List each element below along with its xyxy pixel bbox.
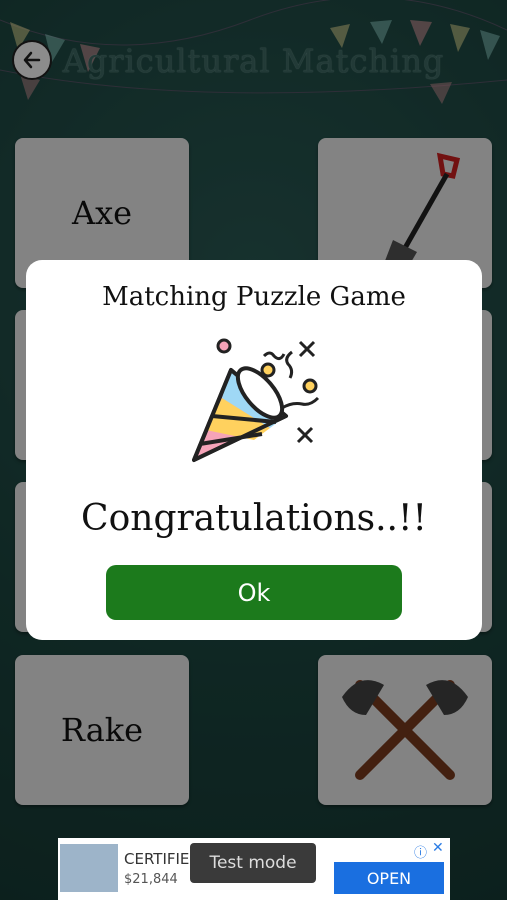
info-icon[interactable]: ⓘ xyxy=(414,842,427,861)
ad-title: CERTIFIE xyxy=(124,850,190,868)
congratulations-message: Congratulations..!! xyxy=(81,498,427,539)
test-mode-label: Test mode xyxy=(190,843,316,883)
dialog-title: Matching Puzzle Game xyxy=(102,282,406,312)
ad-open-button[interactable]: OPEN xyxy=(334,862,444,894)
party-popper-icon xyxy=(192,338,320,462)
ok-button[interactable]: Ok xyxy=(106,565,402,620)
close-icon[interactable]: ✕ xyxy=(432,840,444,856)
ad-price: $21,844 xyxy=(124,872,178,887)
ad-car-image xyxy=(60,844,118,892)
congrats-dialog: Matching Puzzle Game Congratulations..!!… xyxy=(26,260,482,640)
